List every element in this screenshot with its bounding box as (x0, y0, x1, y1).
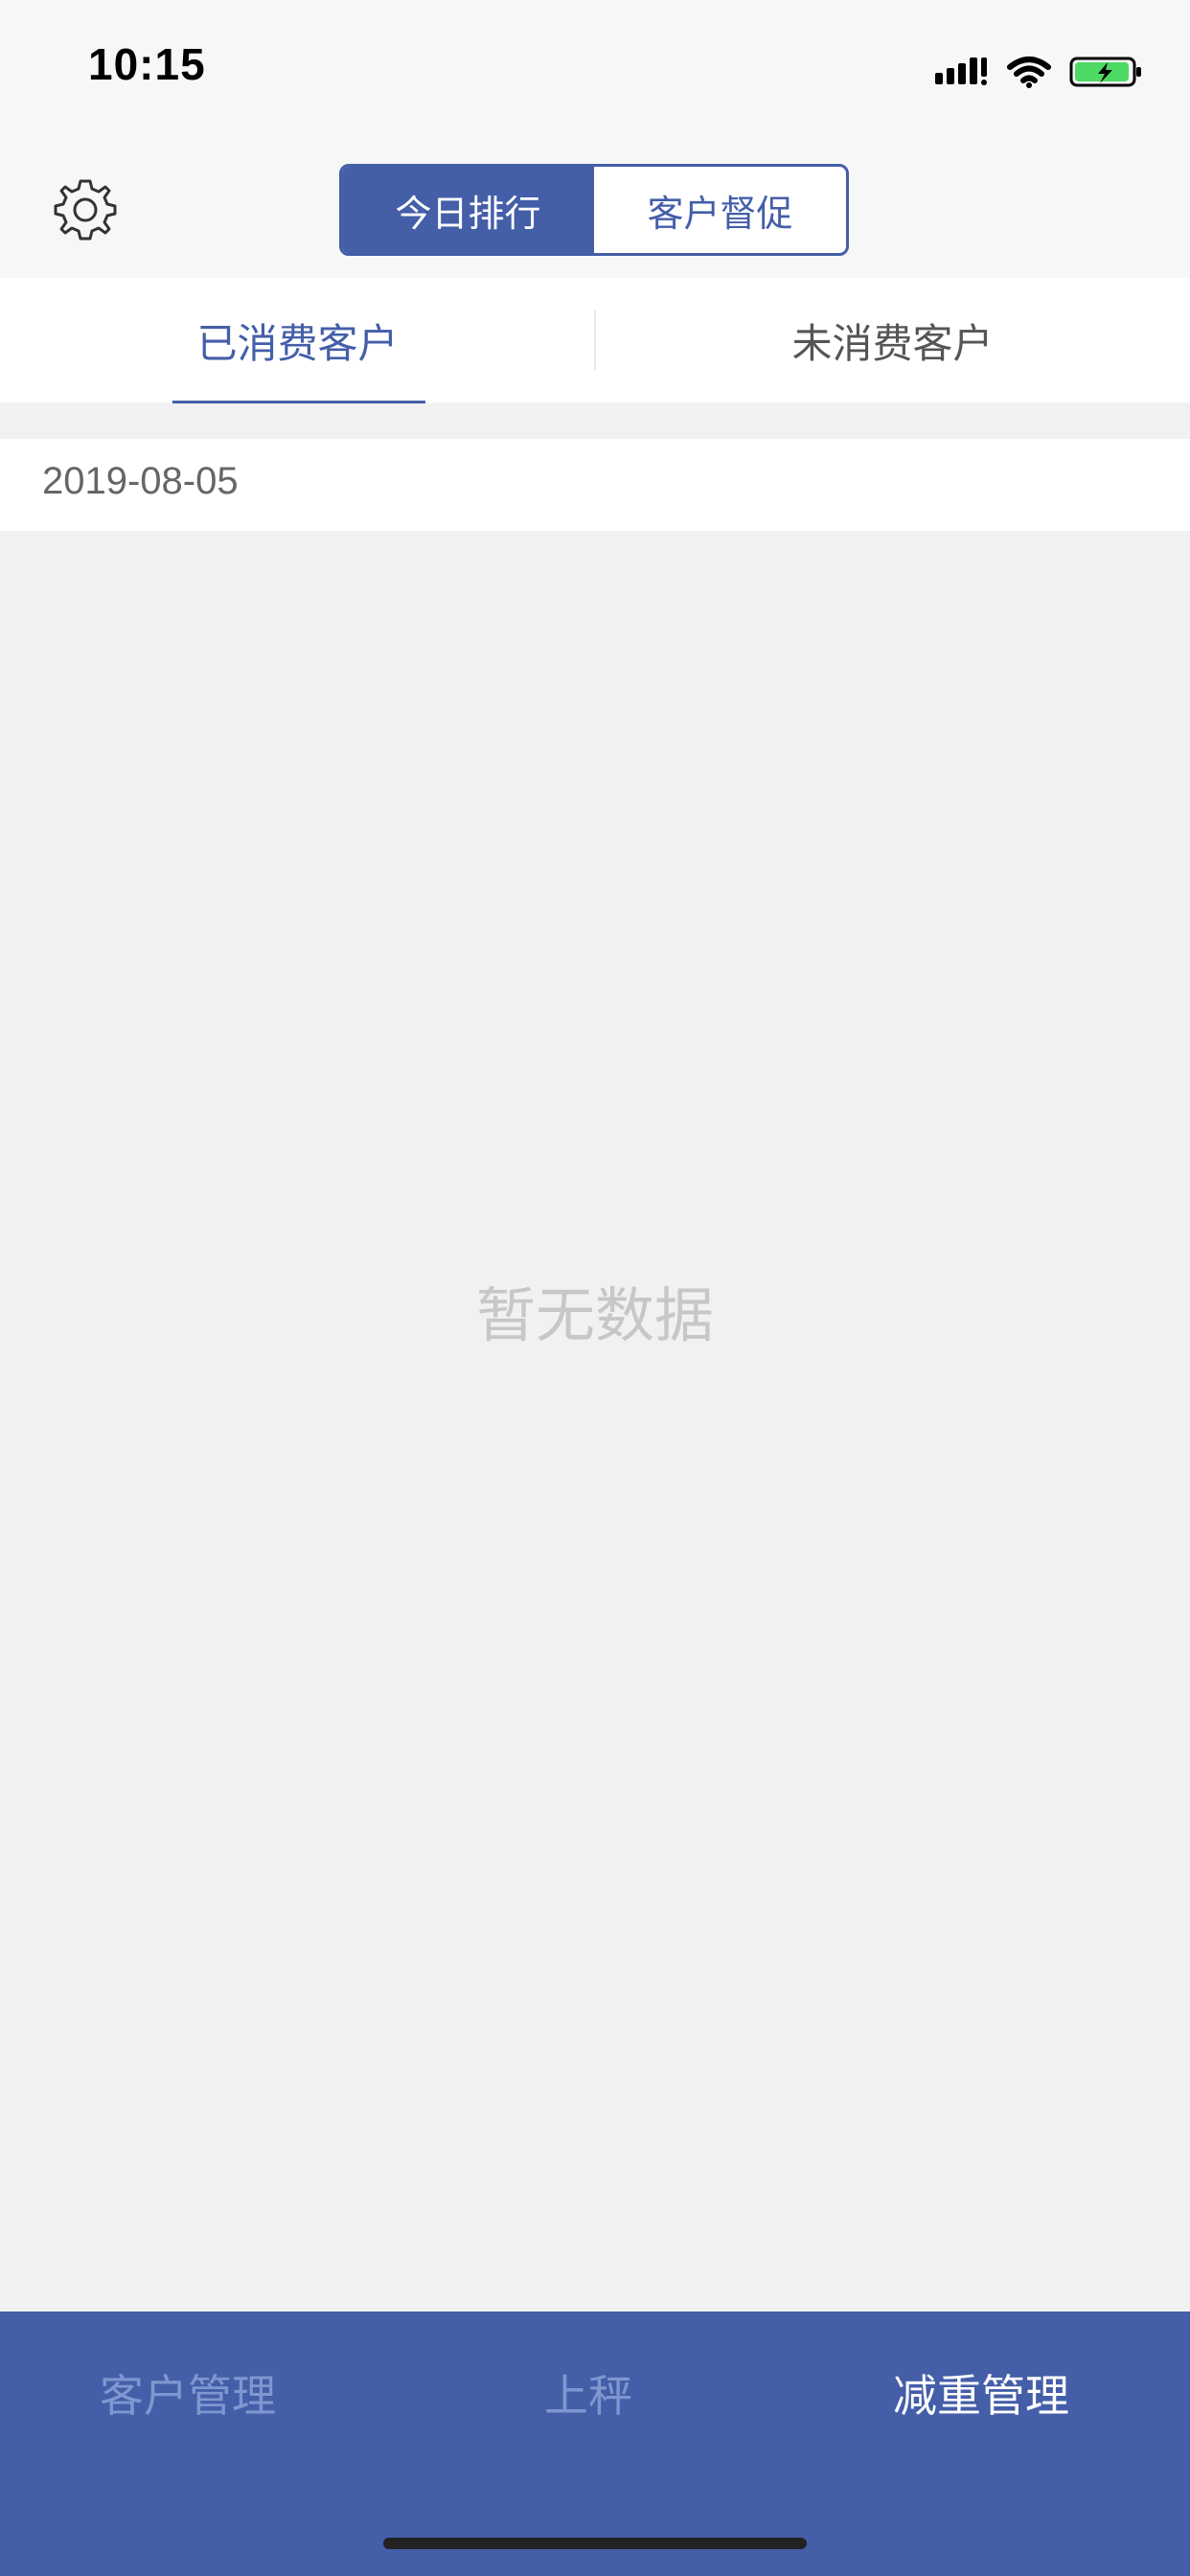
date-row[interactable]: 2019-08-05 (0, 439, 1190, 531)
tab-unconsumed-customers[interactable]: 未消费客户 (595, 278, 1190, 402)
top-header: 10:15 今日排行 客户督促 (0, 0, 1190, 278)
tab-bar: 已消费客户 未消费客户 (0, 278, 1190, 403)
segmented-control: 今日排行 客户督促 (339, 164, 849, 256)
nav-weigh-in[interactable]: 上秤 (544, 2361, 632, 2425)
status-icons (935, 50, 1144, 94)
tab-divider (594, 310, 596, 370)
battery-charging-icon (1069, 57, 1141, 87)
date-label: 2019-08-05 (42, 460, 239, 502)
settings-button[interactable] (52, 176, 119, 243)
empty-state-text: 暂无数据 (475, 1280, 714, 1350)
tab-consumed-customers[interactable]: 已消费客户 (0, 278, 595, 402)
gear-icon (54, 179, 117, 241)
nav-customer-management[interactable]: 客户管理 (100, 2361, 276, 2425)
segment-today-ranking[interactable]: 今日排行 (342, 167, 594, 253)
nav-weight-loss-management[interactable]: 减重管理 (893, 2361, 1069, 2425)
bottom-navigation: 客户管理 上秤 减重管理 (0, 2312, 1190, 2576)
status-time: 10:15 (88, 39, 206, 89)
wifi-icon (1007, 57, 1051, 88)
active-tab-indicator (172, 401, 425, 403)
cellular-signal-icon (935, 58, 987, 85)
home-indicator[interactable] (383, 2538, 807, 2549)
segment-customer-reminder[interactable]: 客户督促 (594, 167, 846, 253)
